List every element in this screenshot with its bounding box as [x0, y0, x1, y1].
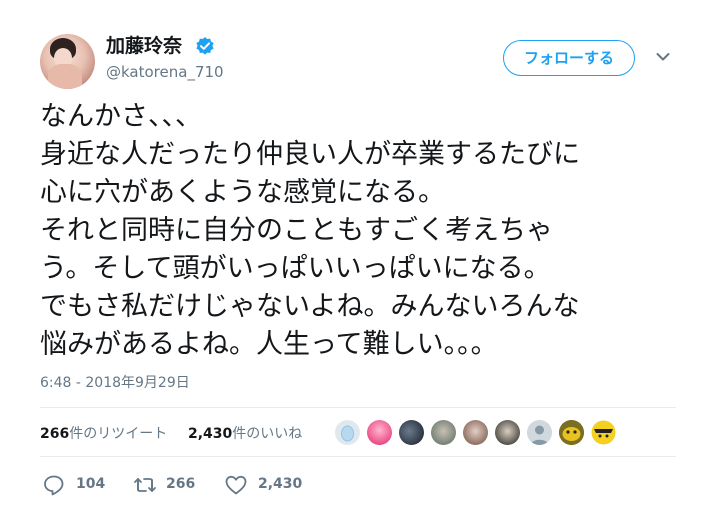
liker-avatar[interactable]	[367, 420, 392, 445]
tweet-timestamp[interactable]: 6:48 - 2018年9月29日	[40, 372, 190, 392]
tweet-text: なんかさ、、、 身近な人だったり仲良い人が卒業するたびに 心に穴があくような感覚…	[40, 98, 700, 364]
tweet-text-line: 身近な人だったり仲良い人が卒業するたびに	[40, 139, 580, 170]
reply-count: 104	[76, 476, 106, 492]
heart-icon	[225, 475, 247, 495]
like-stat-count: 2,430	[188, 426, 233, 442]
liker-avatar[interactable]	[559, 420, 584, 445]
divider	[40, 407, 676, 408]
like-stat[interactable]: 2,430件のいいね	[188, 423, 302, 443]
verified-badge-icon	[196, 37, 214, 55]
follow-button[interactable]: フォローする	[503, 40, 635, 76]
avatar-body	[48, 64, 82, 89]
tweet-text-line: う。そして頭がいっぱいいっぱいになる。	[40, 253, 551, 284]
liker-avatar[interactable]	[399, 420, 424, 445]
liker-avatar[interactable]	[431, 420, 456, 445]
liker-avatar[interactable]	[591, 420, 616, 445]
retweet-stat[interactable]: 266件のリツイート	[40, 423, 167, 443]
liker-avatar[interactable]	[463, 420, 488, 445]
tweet-text-line: 心に穴があくような感覚になる。	[40, 177, 445, 208]
display-name[interactable]: 加藤玲奈	[106, 34, 182, 58]
tweet-text-line: それと同時に自分のこともすごく考えちゃ	[40, 215, 553, 246]
cartoon-avatar-icon	[559, 420, 584, 445]
retweet-icon	[134, 478, 156, 492]
cartoon-avatar-icon	[591, 420, 616, 445]
avatar[interactable]	[40, 34, 95, 89]
reply-icon	[44, 475, 64, 496]
divider	[40, 456, 676, 457]
tweet-card: 加藤玲奈 @katorena_710 フォローする なんかさ、、、 身近な人だっ…	[0, 0, 717, 527]
liker-avatar[interactable]	[527, 420, 552, 445]
retweet-stat-count: 266	[40, 426, 70, 442]
like-stat-label: 件のいいね	[232, 426, 303, 442]
default-user-icon	[527, 420, 552, 445]
like-count: 2,430	[258, 476, 303, 492]
retweet-count: 266	[166, 476, 196, 492]
egg-icon	[341, 425, 354, 442]
tweet-text-line: なんかさ、、、	[40, 101, 202, 132]
retweet-stat-label: 件のリツイート	[69, 426, 168, 442]
tweet-text-line: 悩みがあるよね。人生って難しい。。。	[40, 329, 498, 360]
user-handle[interactable]: @katorena_710	[106, 62, 224, 82]
tweet-text-line: でもさ私だけじゃないよね。みんないろんな	[40, 291, 580, 322]
chevron-down-icon[interactable]	[656, 52, 670, 62]
engagement-stats: 266件のリツイート 2,430件のいいね	[40, 410, 676, 454]
tweet-actions: 104 266 2,430	[40, 470, 440, 500]
liker-avatar[interactable]	[335, 420, 360, 445]
liker-avatar[interactable]	[495, 420, 520, 445]
